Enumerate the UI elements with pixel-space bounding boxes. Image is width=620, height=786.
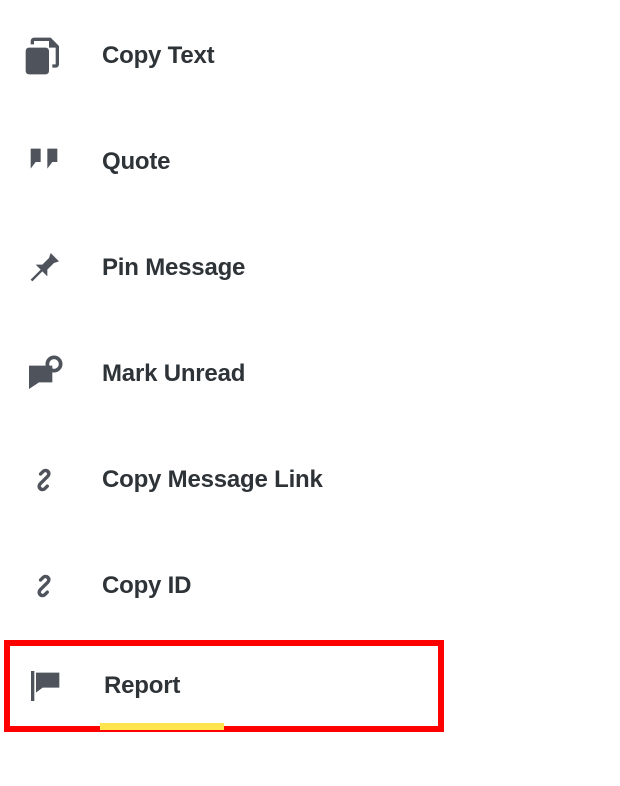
menu-item-label: Copy ID — [102, 572, 191, 600]
link-icon — [22, 564, 66, 608]
menu-item-label: Copy Text — [102, 42, 214, 70]
copy-icon — [22, 34, 66, 78]
menu-item-copy-id[interactable]: Copy ID — [0, 542, 620, 630]
menu-item-copy-text[interactable]: Copy Text — [0, 12, 620, 100]
flag-icon — [24, 664, 68, 708]
pin-icon — [22, 246, 66, 290]
yellow-underline — [100, 723, 224, 730]
menu-item-label: Copy Message Link — [102, 466, 323, 494]
menu-item-copy-message-link[interactable]: Copy Message Link — [0, 436, 620, 524]
menu-item-label: Pin Message — [102, 254, 245, 282]
menu-item-pin-message[interactable]: Pin Message — [0, 224, 620, 312]
menu-item-label: Report — [104, 672, 180, 700]
quote-icon — [22, 140, 66, 184]
menu-item-label: Quote — [102, 148, 170, 176]
link-icon — [22, 458, 66, 502]
menu-item-quote[interactable]: Quote — [0, 118, 620, 206]
mark-unread-icon — [22, 352, 66, 396]
menu-item-label: Mark Unread — [102, 360, 245, 388]
report-highlight-box: Report — [4, 640, 444, 732]
menu-item-mark-unread[interactable]: Mark Unread — [0, 330, 620, 418]
menu-item-report[interactable]: Report — [10, 646, 438, 726]
